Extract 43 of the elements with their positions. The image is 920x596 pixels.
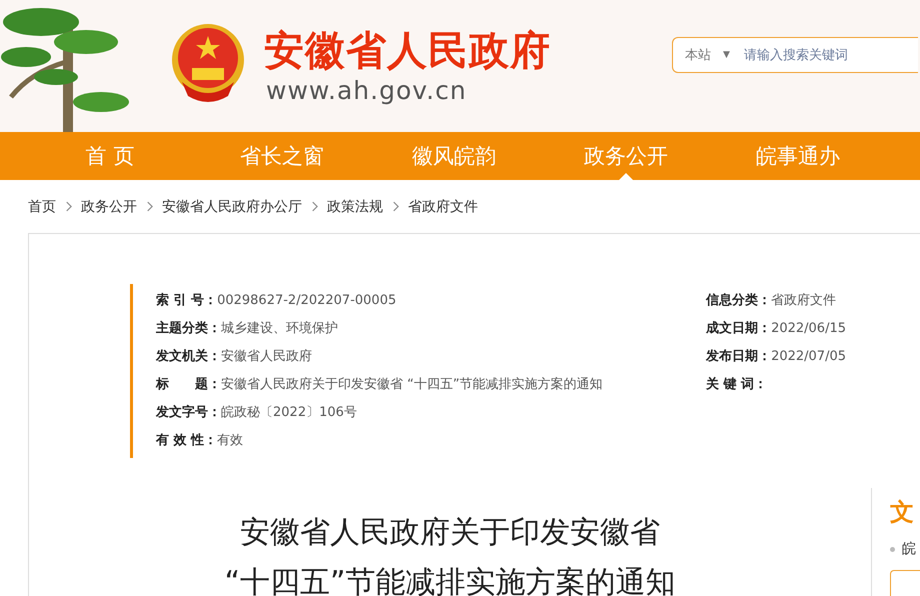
field-label: 标 题：: [156, 377, 221, 392]
breadcrumb-link[interactable]: 首页: [28, 198, 56, 216]
field-label: 有 效 性：: [156, 433, 218, 448]
nav-tab[interactable]: 首 页: [24, 132, 196, 180]
breadcrumb-link[interactable]: 政务公开: [81, 198, 137, 216]
nav-tab[interactable]: 省长之窗: [196, 132, 368, 180]
article-title-line: “十四五”节能减排实施方案的通知: [224, 564, 676, 596]
field-value: 城乡建设、环境保护: [221, 321, 338, 336]
site-title: 安徽省人民政府: [264, 27, 552, 76]
sidebar-heading: 文: [890, 497, 915, 528]
field-value: 安徽省人民政府关于印发安徽省 “十四五”节能减排实施方案的通知: [221, 377, 603, 392]
field-value: 00298627-2/202207-00005: [217, 293, 396, 308]
field-label: 索 引 号：: [156, 293, 218, 308]
chevron-right-icon: [146, 201, 153, 212]
field-value: 安徽省人民政府: [221, 349, 312, 364]
search-field[interactable]: 本站 ▼ 请输入搜索关键词: [672, 37, 918, 73]
breadcrumb-link[interactable]: 省政府文件: [408, 198, 478, 216]
field-value: 皖政秘〔2022〕106号: [221, 405, 357, 420]
field-label: 信息分类：: [706, 293, 772, 308]
chevron-right-icon: [392, 201, 399, 212]
field-label: 成文日期：: [706, 321, 772, 336]
chevron-right-icon: [65, 201, 72, 212]
breadcrumb-link[interactable]: 政策法规: [327, 198, 383, 216]
field-label: 发布日期：: [706, 349, 772, 364]
field-value: 有效: [217, 433, 244, 448]
nav-tab[interactable]: 皖事通办: [712, 132, 884, 180]
caret-icon[interactable]: ▼: [723, 50, 730, 60]
article-title-line: 安徽省人民政府关于印发安徽省: [240, 514, 660, 552]
nav-tab[interactable]: 政务公开: [540, 132, 712, 180]
nav-tab[interactable]: 徽风皖韵: [368, 132, 540, 180]
field-label: 关 键 词：: [706, 377, 768, 392]
site-url: www.ah.gov.cn: [266, 76, 468, 106]
sidebar-link[interactable]: 皖: [902, 540, 916, 558]
field-label: 发文字号：: [156, 405, 221, 420]
field-label: 发文机关：: [156, 349, 221, 364]
bullet-icon: [890, 546, 895, 552]
field-value: 2022/07/05: [771, 349, 846, 364]
scope-dropdown[interactable]: 本站: [685, 46, 711, 64]
field-label: 主题分类：: [156, 321, 221, 336]
field-value: 省政府文件: [771, 293, 836, 308]
chevron-right-icon: [311, 201, 318, 212]
field-value: 2022/06/15: [771, 321, 846, 336]
breadcrumb-link[interactable]: 安徽省人民政府办公厅: [162, 198, 302, 216]
